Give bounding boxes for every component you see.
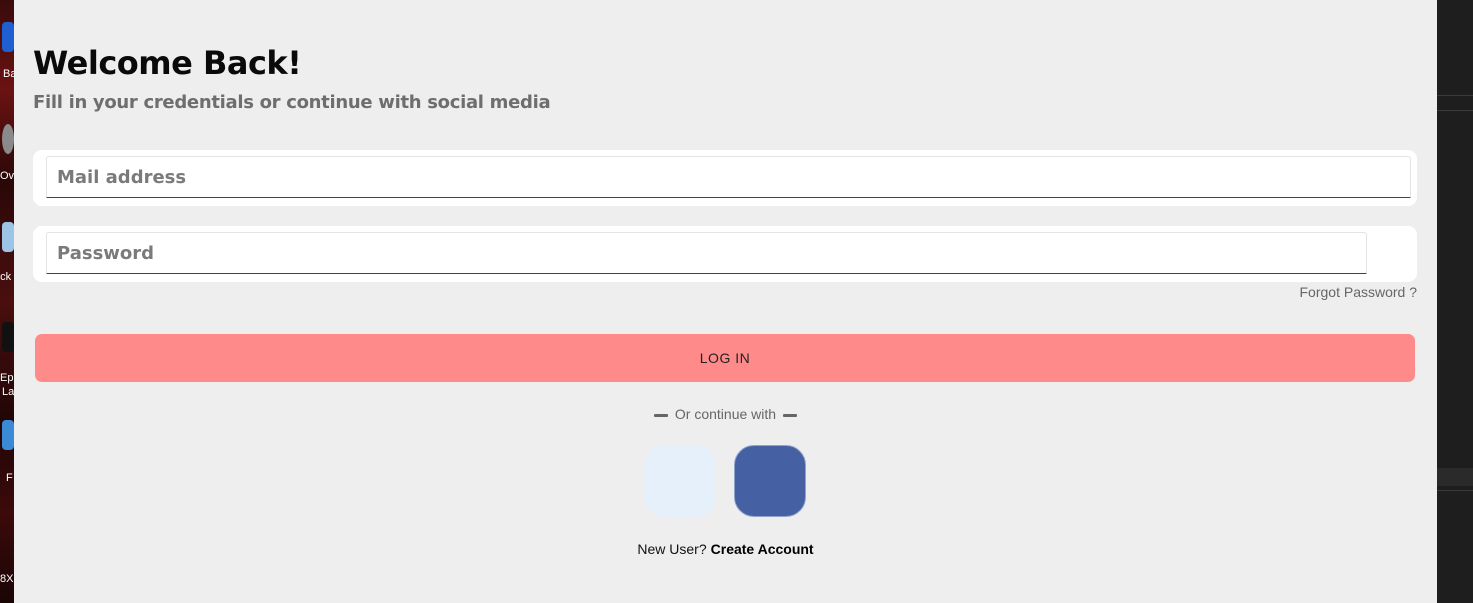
login-dialog: Welcome Back! Fill in your credentials o… [14, 0, 1437, 603]
desktop-icon-label: 8X [0, 573, 14, 585]
password-field-container [33, 226, 1417, 282]
create-account-link[interactable]: Create Account [711, 541, 814, 557]
desktop-icon-label: Epi [0, 372, 14, 384]
desktop-icon[interactable] [2, 420, 14, 450]
desktop-icon-label: La [2, 386, 14, 398]
password-input[interactable] [46, 232, 1367, 274]
email-input[interactable] [46, 156, 1411, 198]
desktop-icon-label: ock [0, 271, 12, 283]
desktop-icon[interactable] [2, 222, 14, 252]
divider [1437, 490, 1473, 491]
background-window [1437, 0, 1473, 603]
desktop-icon[interactable] [2, 22, 14, 52]
desktop-icon-label: Ov [0, 170, 14, 182]
desktop-background: Ba Ov ock Epi La F 8X [0, 0, 14, 603]
page-title: Welcome Back! [33, 44, 302, 82]
desktop-icon-label: Ba [3, 68, 14, 80]
desktop-icon[interactable] [2, 124, 14, 154]
facebook-login-button[interactable] [734, 445, 806, 517]
dash-icon [783, 413, 798, 417]
desktop-icon-label: F [6, 472, 13, 484]
signup-row: New User? Create Account [14, 541, 1437, 557]
dash-icon [653, 413, 668, 417]
divider [1437, 95, 1473, 96]
login-button[interactable]: LOG IN [35, 334, 1415, 382]
google-login-button[interactable] [644, 445, 716, 517]
signup-prompt: New User? [637, 541, 707, 557]
email-field-container [33, 150, 1417, 206]
social-divider: Or continue with [14, 406, 1437, 422]
divider [1437, 110, 1473, 111]
desktop-icon[interactable] [2, 322, 14, 352]
forgot-password-link[interactable]: Forgot Password ? [1300, 284, 1418, 300]
page-subtitle: Fill in your credentials or continue wit… [33, 92, 551, 113]
panel-block [1437, 468, 1473, 486]
divider-label: Or continue with [674, 406, 777, 422]
